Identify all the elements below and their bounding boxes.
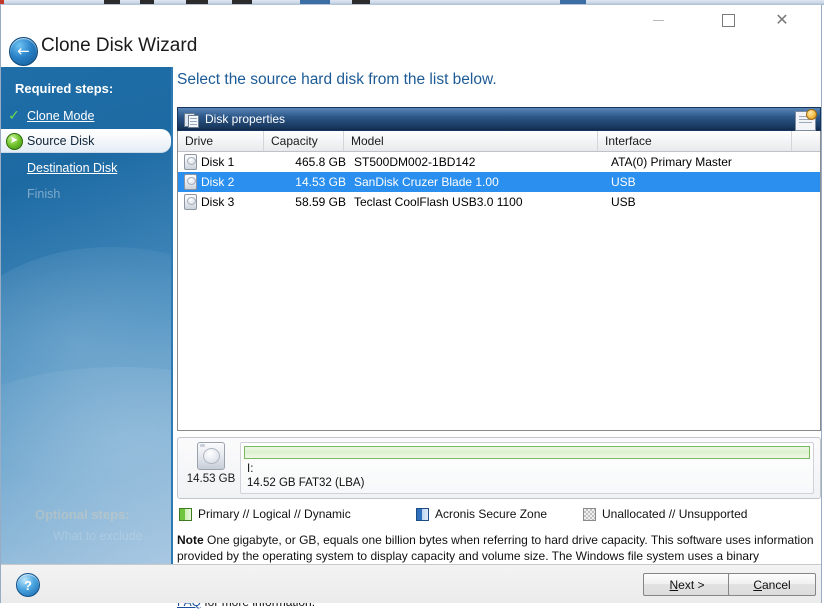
main-pane: Select the source hard disk from the lis… xyxy=(171,67,821,564)
next-button[interactable]: Next > xyxy=(643,573,731,596)
column-header-interface[interactable]: Interface xyxy=(598,131,792,151)
sidebar-item-clone-mode[interactable]: ✓ Clone Mode xyxy=(1,105,171,127)
sidebar-item-label: Destination Disk xyxy=(27,161,117,175)
legend-item-secure-zone: Acronis Secure Zone xyxy=(416,507,547,521)
main-heading: Select the source hard disk from the lis… xyxy=(177,71,497,89)
unallocated-swatch-icon xyxy=(583,508,596,521)
help-icon[interactable]: ? xyxy=(16,573,40,597)
sidebar-required-steps-title: Required steps: xyxy=(15,81,113,96)
partition-usage-bar xyxy=(244,446,810,459)
next-accel: N xyxy=(669,578,678,592)
footer: ? Next > Cancel xyxy=(1,564,821,603)
table-header-row: Drive Capacity Model Interface xyxy=(178,131,820,152)
table-row[interactable]: Disk 3 58.59 GB Teclast CoolFlash USB3.0… xyxy=(178,192,820,212)
sidebar-item-label: Clone Mode xyxy=(27,109,94,123)
clone-disk-wizard-window: ✕ ← Clone Disk Wizard Required steps: ✓ … xyxy=(0,4,822,603)
partition-volume-letter: I: xyxy=(247,463,253,475)
green-check-icon: ✓ xyxy=(1,108,27,124)
primary-swatch-icon xyxy=(179,508,192,521)
legend-label: Primary // Logical // Dynamic xyxy=(198,507,351,521)
properties-page-icon[interactable] xyxy=(795,111,816,131)
help-label: ? xyxy=(24,578,32,593)
sidebar-optional-steps-title: Optional steps: xyxy=(35,507,130,522)
legend-item-unallocated: Unallocated // Unsupported xyxy=(583,507,747,521)
column-header-drive[interactable]: Drive xyxy=(178,131,264,151)
partition-volume-details: 14.52 GB FAT32 (LBA) xyxy=(247,477,364,489)
legend-item-primary: Primary // Logical // Dynamic xyxy=(179,507,351,521)
green-arrow-icon: ➤ xyxy=(1,133,27,150)
note-bold-prefix: Note xyxy=(177,533,204,547)
partition-block[interactable]: I: 14.52 GB FAT32 (LBA) xyxy=(240,442,814,494)
disk-icon xyxy=(184,154,197,170)
sidebar: Required steps: ✓ Clone Mode ➤ Source Di… xyxy=(1,67,171,564)
column-header-model[interactable]: Model xyxy=(344,131,598,151)
partition-map: 14.53 GB I: 14.52 GB FAT32 (LBA) xyxy=(177,437,821,499)
partition-map-disk-capacity: 14.53 GB xyxy=(184,473,238,485)
table-row[interactable]: Disk 2 14.53 GB SanDisk Cruzer Blade 1.0… xyxy=(178,172,820,192)
back-arrow-icon[interactable]: ← xyxy=(9,37,38,66)
close-icon: ✕ xyxy=(775,12,788,28)
cell-model: SanDisk Cruzer Blade 1.00 xyxy=(350,175,604,189)
table-row[interactable]: Disk 1 465.8 GB ST500DM002-1BD142 ATA(0)… xyxy=(178,152,820,172)
disk-properties-icon xyxy=(184,112,199,127)
disk-icon xyxy=(184,174,197,190)
accent-rule xyxy=(171,67,173,564)
legend-label: Acronis Secure Zone xyxy=(435,507,547,521)
disk-properties-label: Disk properties xyxy=(205,112,285,126)
app-header: ← Clone Disk Wizard xyxy=(1,29,821,67)
cell-capacity: 465.8 GB xyxy=(270,155,350,169)
cell-drive: Disk 2 xyxy=(201,175,270,189)
secure-zone-swatch-icon xyxy=(416,508,429,521)
cancel-button[interactable]: Cancel xyxy=(728,573,816,596)
cell-interface: ATA(0) Primary Master xyxy=(604,155,798,169)
hard-disk-icon xyxy=(197,442,225,470)
sidebar-item-destination-disk[interactable]: Destination Disk xyxy=(1,157,171,179)
sidebar-item-source-disk[interactable]: ➤ Source Disk xyxy=(1,129,171,153)
disk-icon xyxy=(184,194,197,210)
legend-label: Unallocated // Unsupported xyxy=(602,507,747,521)
cell-interface: USB xyxy=(604,195,798,209)
sidebar-item-label: Source Disk xyxy=(27,134,94,148)
cell-model: Teclast CoolFlash USB3.0 1100 xyxy=(350,195,604,209)
partition-map-disk: 14.53 GB xyxy=(184,442,238,485)
legend: Primary // Logical // Dynamic Acronis Se… xyxy=(177,507,821,525)
cell-interface: USB xyxy=(604,175,798,189)
cell-capacity: 14.53 GB xyxy=(270,175,350,189)
cancel-rest: ancel xyxy=(762,578,791,592)
column-header-extra[interactable] xyxy=(792,131,820,151)
page-title: Clone Disk Wizard xyxy=(41,35,197,57)
disk-table: Drive Capacity Model Interface Disk 1 46… xyxy=(177,131,821,431)
sidebar-item-finish: Finish xyxy=(1,183,171,205)
disk-properties-bar: Disk properties xyxy=(177,107,821,131)
sidebar-item-label: Finish xyxy=(27,187,60,201)
cell-drive: Disk 3 xyxy=(201,195,270,209)
cell-drive: Disk 1 xyxy=(201,155,270,169)
column-header-capacity[interactable]: Capacity xyxy=(264,131,344,151)
cell-capacity: 58.59 GB xyxy=(270,195,350,209)
cancel-accel: C xyxy=(753,578,762,592)
cell-model: ST500DM002-1BD142 xyxy=(350,155,604,169)
next-rest: ext > xyxy=(678,578,704,592)
sidebar-item-what-to-exclude: What to exclude xyxy=(53,529,143,543)
